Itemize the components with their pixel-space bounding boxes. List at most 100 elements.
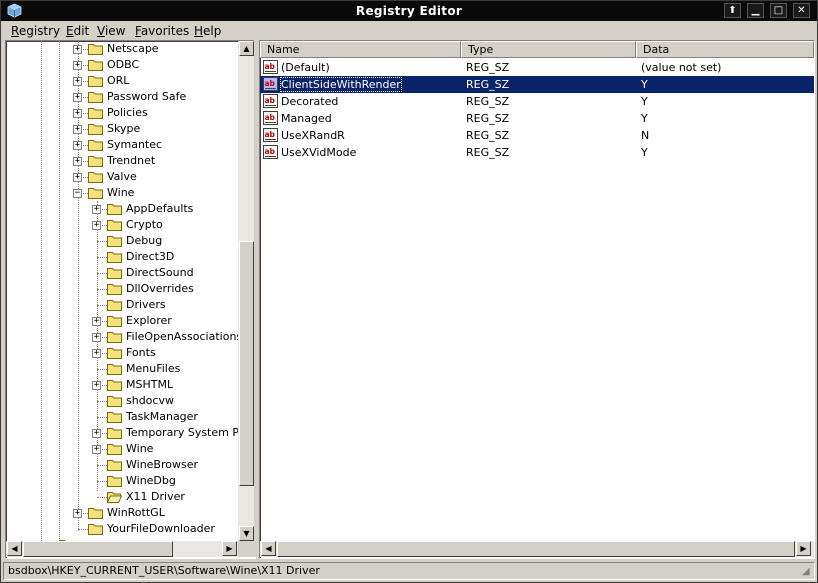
folder-icon	[88, 507, 103, 519]
tree-node[interactable]: − Wine	[6, 185, 238, 201]
value-type: REG_SZ	[466, 61, 510, 74]
expand-toggle-icon[interactable]: +	[92, 349, 101, 358]
close-button[interactable]: ✕	[793, 3, 810, 18]
tree-node[interactable]: + Symantec	[6, 137, 238, 153]
tree-node[interactable]: WineDbg	[6, 473, 238, 489]
tree-node[interactable]: Debug	[6, 233, 238, 249]
tree-node[interactable]: DirectSound	[6, 265, 238, 281]
tree-node[interactable]: Direct3D	[6, 249, 238, 265]
value-type: REG_SZ	[466, 146, 510, 159]
tree-node[interactable]: WineBrowser	[6, 457, 238, 473]
scroll-left-arrow-icon: ◀	[265, 544, 272, 553]
tree-node[interactable]: + WinRottGL	[6, 505, 238, 521]
tree-node[interactable]: + Explorer	[6, 313, 238, 329]
expand-toggle-icon[interactable]: +	[73, 77, 82, 86]
restore-up-button[interactable]: ⬆	[724, 3, 741, 18]
expand-toggle-icon[interactable]: +	[92, 333, 101, 342]
values-list-pane[interactable]: Name Type Data ab (Default) REG_SZ (value n…	[259, 40, 815, 559]
column-header-type[interactable]: Type	[461, 41, 636, 58]
menu-view-rest: iew	[104, 24, 126, 38]
tree-horizontal-scrollbar[interactable]: ◀ ▶	[6, 541, 255, 557]
tree-node[interactable]: + Valve	[6, 169, 238, 185]
tree-node[interactable]: DllOverrides	[6, 281, 238, 297]
expand-toggle-icon[interactable]: +	[73, 157, 82, 166]
title-bar[interactable]: Registry Editor ⬆ ▁ □ ✕	[1, 1, 817, 21]
resize-grip-icon[interactable]: ◢	[802, 567, 812, 577]
tree-scroll-down-button[interactable]: ▼	[239, 526, 254, 541]
tree-node[interactable]: + MSHTML	[6, 377, 238, 393]
tree-node[interactable]: + Crypto	[6, 217, 238, 233]
expand-toggle-icon[interactable]: +	[92, 429, 101, 438]
tree-node[interactable]: + Netscape	[6, 41, 238, 57]
menu-favorites[interactable]: Favorites	[135, 24, 189, 38]
tree-node[interactable]: X11 Driver	[6, 489, 238, 505]
minimize-button[interactable]: ▁	[747, 3, 764, 18]
tree-node-label: Skype	[107, 122, 141, 135]
value-row[interactable]: ab UseXRandR REG_SZ N	[260, 127, 814, 144]
tree-scroll-right-button[interactable]: ▶	[222, 541, 237, 556]
value-name: UseXRandR	[281, 129, 345, 142]
tree-vertical-scrollbar[interactable]: ▲ ▼	[238, 41, 255, 541]
tree-connector	[97, 273, 107, 274]
tree-node[interactable]: + Temporary System Par	[6, 425, 250, 441]
value-row[interactable]: ab UseXVidMode REG_SZ Y	[260, 144, 814, 161]
collapse-toggle-icon[interactable]: −	[73, 189, 82, 198]
expand-toggle-icon[interactable]: +	[92, 205, 101, 214]
expand-toggle-icon[interactable]: +	[73, 109, 82, 118]
value-row[interactable]: ab Decorated REG_SZ Y	[260, 93, 814, 110]
menu-help[interactable]: Help	[194, 24, 221, 38]
tree-node[interactable]: shdocvw	[6, 393, 238, 409]
value-row[interactable]: ab ClientSideWithRender REG_SZ Y	[260, 76, 814, 93]
tree-hscroll-thumb[interactable]	[23, 541, 173, 557]
minimize-icon: ▁	[751, 5, 760, 16]
expand-toggle-icon[interactable]: +	[73, 509, 82, 518]
column-header-data[interactable]: Data	[636, 41, 814, 58]
expand-toggle-icon[interactable]: +	[92, 221, 101, 230]
value-row[interactable]: ab (Default) REG_SZ (value not set)	[260, 59, 814, 76]
column-header-name[interactable]: Name	[260, 41, 461, 58]
list-horizontal-scrollbar[interactable]: ◀ ▶	[260, 541, 814, 557]
tree-node[interactable]: + Policies	[6, 105, 238, 121]
tree-connector	[97, 465, 107, 466]
expand-toggle-icon[interactable]: +	[73, 141, 82, 150]
tree-node[interactable]: + ODBC	[6, 57, 238, 73]
tree-node[interactable]: + Trendnet	[6, 153, 238, 169]
tree-node[interactable]: + ORL	[6, 73, 238, 89]
tree-node[interactable]: + FileOpenAssociations	[6, 329, 242, 345]
tree-node[interactable]: MenuFiles	[6, 361, 238, 377]
scroll-right-arrow-icon: ▶	[226, 544, 233, 553]
expand-toggle-icon[interactable]: +	[92, 381, 101, 390]
expand-toggle-icon[interactable]: +	[92, 445, 101, 454]
folder-icon	[107, 219, 122, 231]
list-scroll-right-button[interactable]: ▶	[796, 541, 811, 556]
expand-toggle-icon[interactable]: +	[73, 125, 82, 134]
menu-registry[interactable]: Registry	[11, 24, 60, 38]
tree-node-label: MenuFiles	[126, 362, 181, 375]
menu-edit[interactable]: Edit	[66, 24, 89, 38]
tree-node[interactable]: + Skype	[6, 121, 238, 137]
menu-view[interactable]: View	[97, 24, 125, 38]
tree-scroll-left-button[interactable]: ◀	[7, 541, 22, 556]
expand-toggle-icon[interactable]: +	[73, 173, 82, 182]
tree-node[interactable]: Drivers	[6, 297, 238, 313]
tree-scroll-thumb[interactable]	[239, 241, 254, 486]
list-scroll-left-button[interactable]: ◀	[261, 541, 276, 556]
expand-toggle-icon[interactable]: +	[73, 61, 82, 70]
folder-icon	[88, 43, 103, 55]
svg-text:ab: ab	[265, 130, 276, 139]
value-row[interactable]: ab Managed REG_SZ Y	[260, 110, 814, 127]
tree-scroll-up-button[interactable]: ▲	[239, 41, 254, 56]
tree-node[interactable]: + Password Safe	[6, 89, 238, 105]
tree-node[interactable]: + Wine	[6, 441, 238, 457]
tree-node[interactable]: + Fonts	[6, 345, 238, 361]
tree-node[interactable]: + AppDefaults	[6, 201, 238, 217]
tree-node[interactable]: YourFileDownloader	[6, 521, 238, 537]
maximize-button[interactable]: □	[770, 3, 787, 18]
tree-connector	[97, 289, 107, 290]
key-tree-pane[interactable]: + Netscape + ODBC + ORL + Password Safe + Policie…	[5, 40, 256, 559]
tree-node[interactable]: TaskManager	[6, 409, 238, 425]
list-hscroll-thumb[interactable]	[277, 541, 795, 557]
expand-toggle-icon[interactable]: +	[73, 45, 82, 54]
expand-toggle-icon[interactable]: +	[92, 317, 101, 326]
expand-toggle-icon[interactable]: +	[73, 93, 82, 102]
